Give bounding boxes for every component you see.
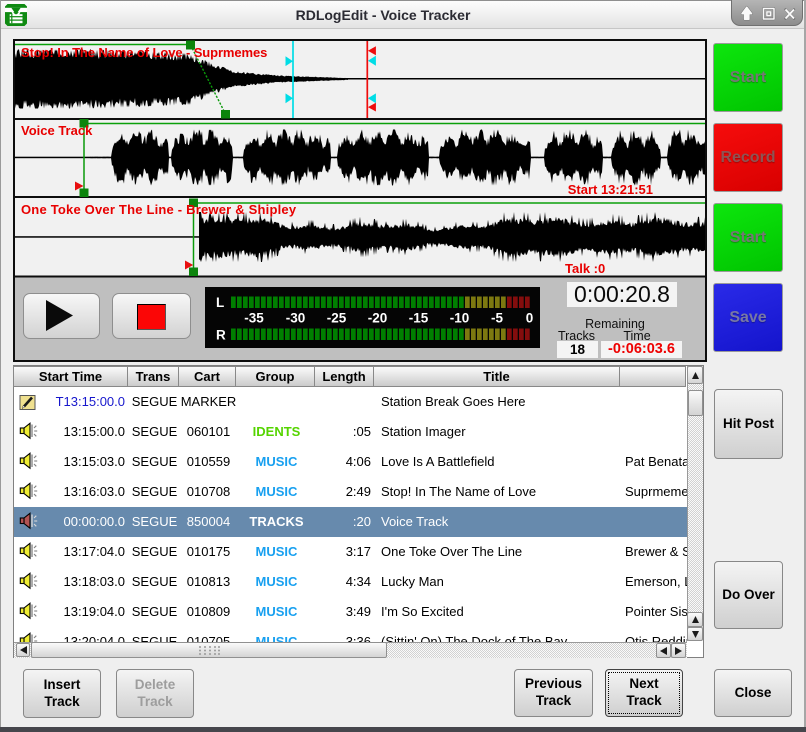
svg-text:-10: -10 [450, 311, 470, 326]
svg-text:0: 0 [526, 311, 534, 326]
svg-text:-30: -30 [286, 311, 306, 326]
svg-text:R: R [216, 328, 226, 343]
svg-text:-15: -15 [409, 311, 429, 326]
svg-text:-5: -5 [491, 311, 503, 326]
svg-text:-20: -20 [368, 311, 388, 326]
svg-text:One Toke Over The Line - Brewe: One Toke Over The Line - Brewer & Shiple… [21, 202, 297, 217]
svg-text:L: L [216, 295, 224, 310]
svg-text:-35: -35 [244, 311, 264, 326]
svg-text:Start 13:21:51: Start 13:21:51 [568, 182, 653, 197]
svg-text:Stop! In The Name of Love - Su: Stop! In The Name of Love - Suprmemes [21, 45, 267, 60]
svg-text:Voice Track: Voice Track [21, 123, 93, 138]
svg-text:Talk :0: Talk :0 [565, 261, 605, 276]
svg-text:-25: -25 [327, 311, 347, 326]
